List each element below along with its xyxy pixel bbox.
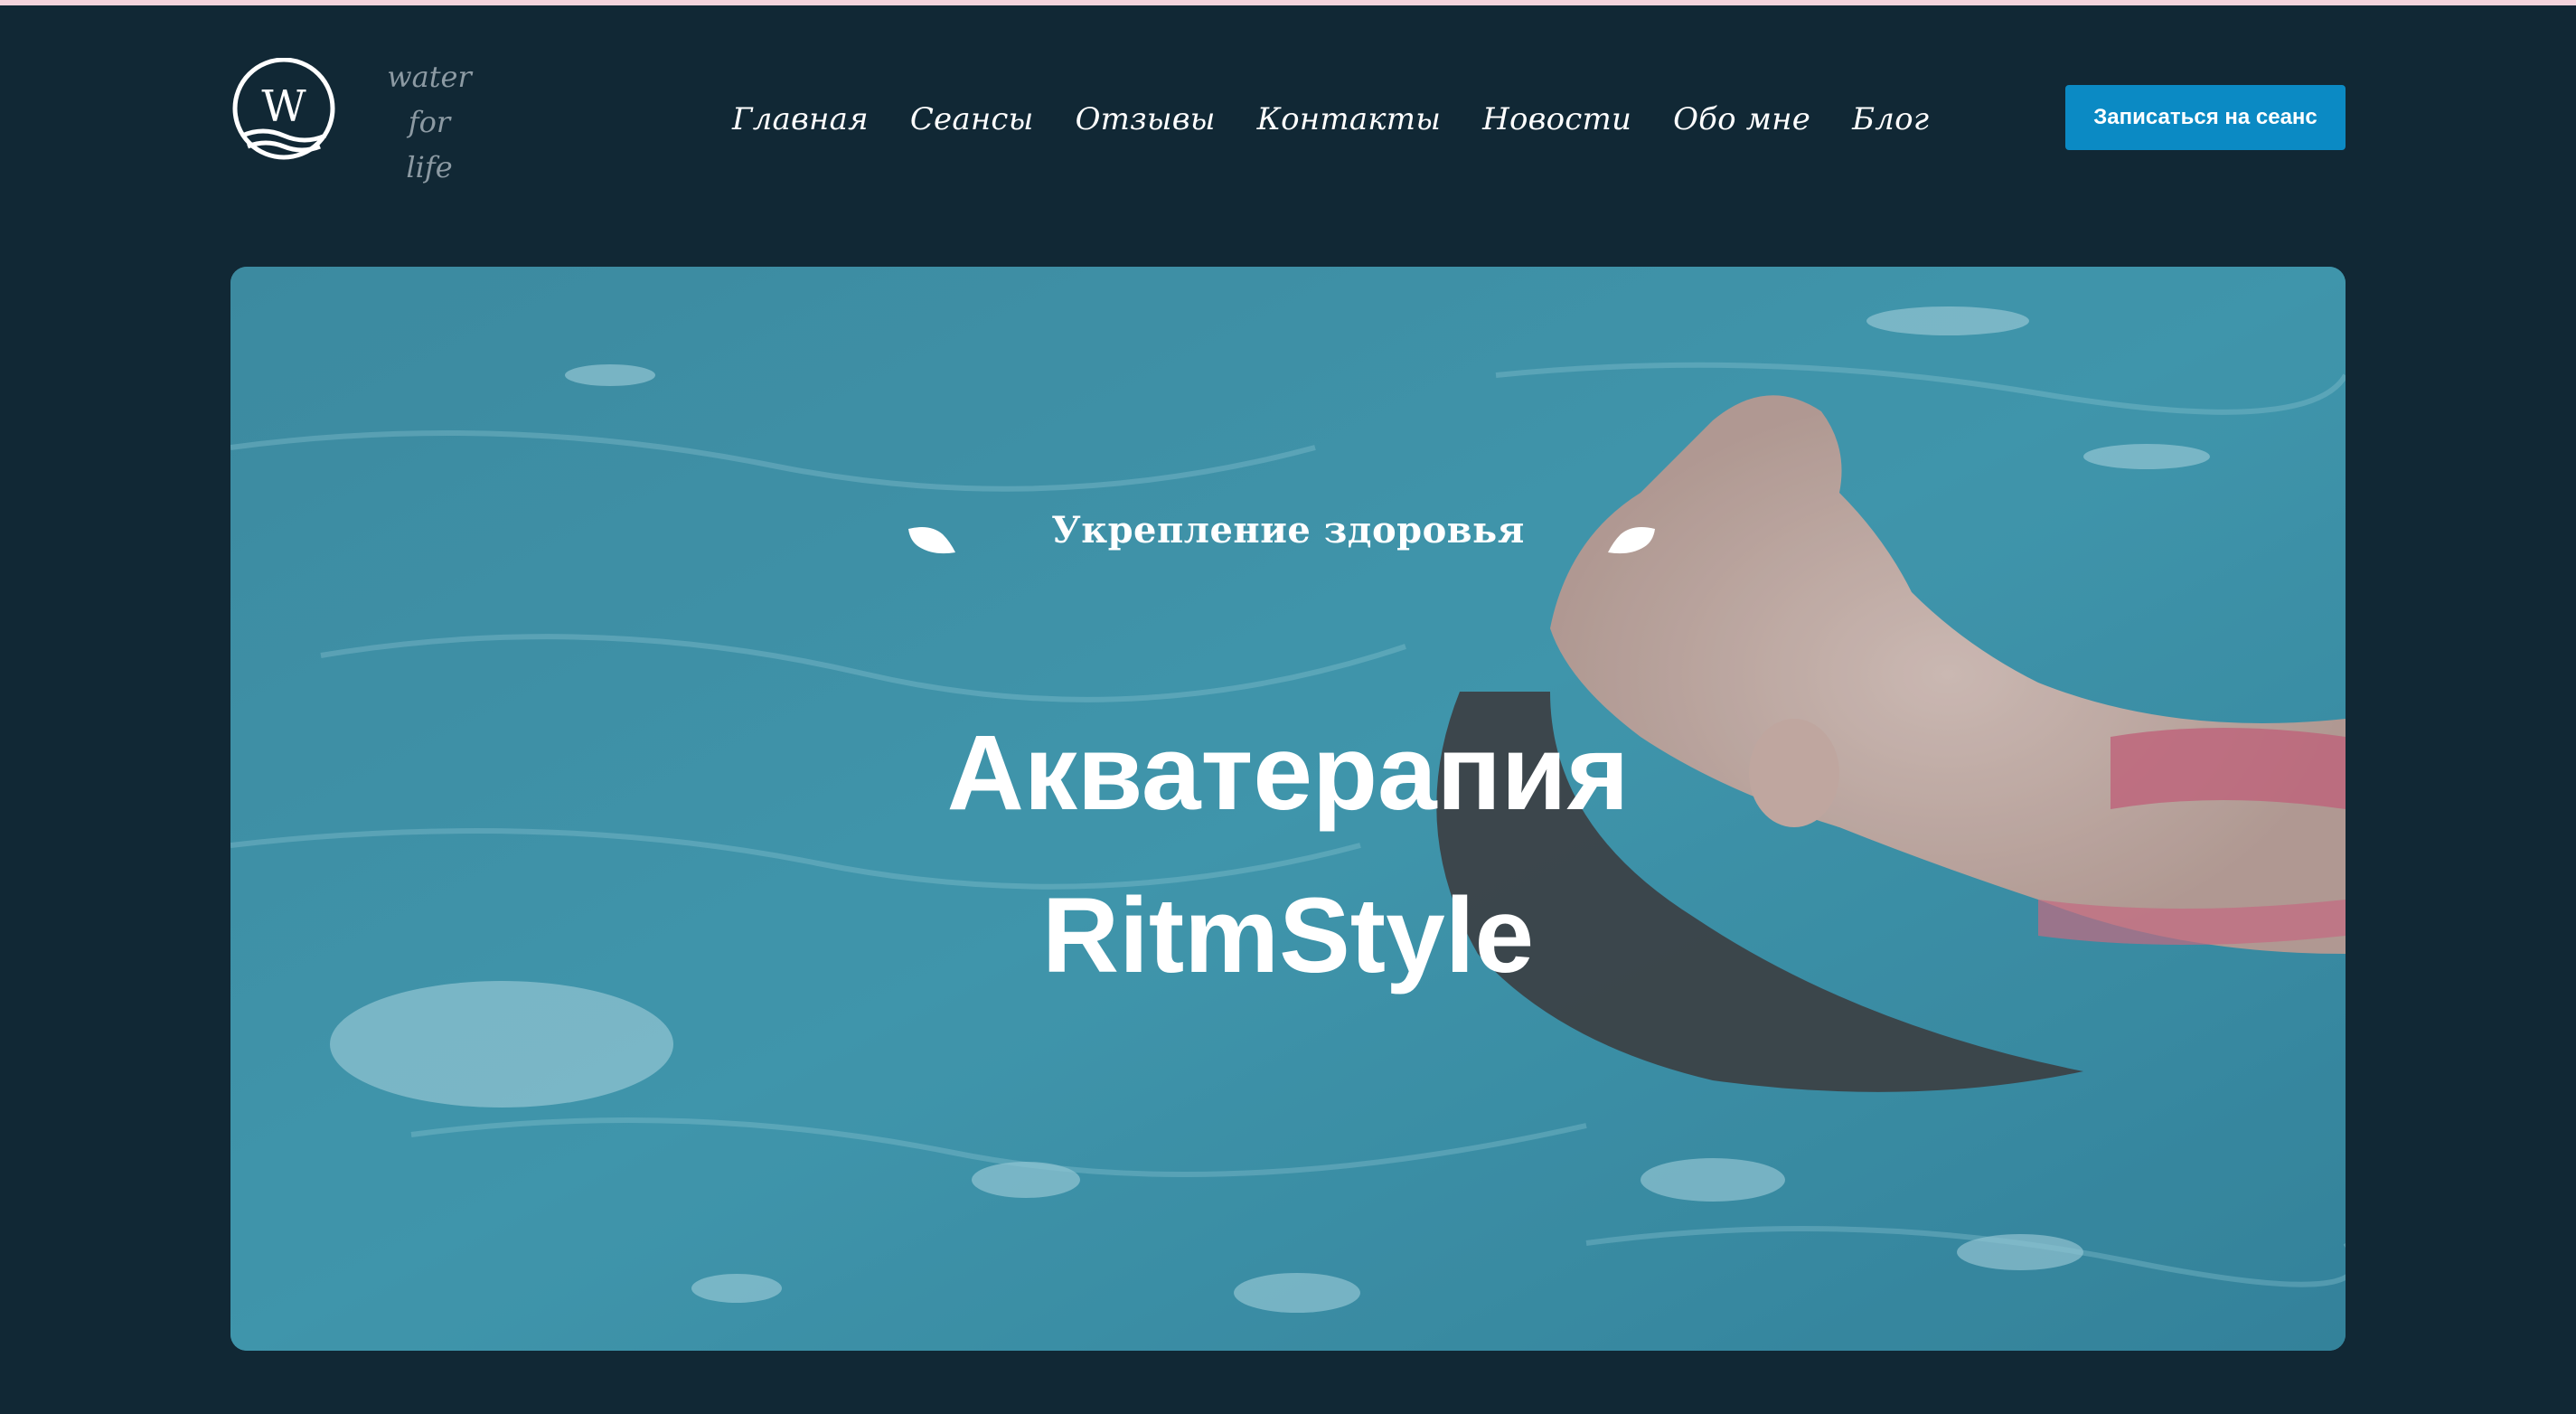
main-nav: Главная Сеансы Отзывы Контакты Новости О… (732, 94, 1929, 145)
hero-title-line1: Акватерапия (946, 713, 1630, 833)
logo-line-life: life (406, 150, 453, 184)
top-strip (0, 0, 2576, 5)
nav-item-news[interactable]: Новости (1482, 101, 1631, 137)
nav-item-sessions[interactable]: Сеансы (910, 101, 1034, 137)
logo-text: water for life (380, 54, 479, 190)
hero-title-line2: RitmStyle (1041, 876, 1535, 995)
quote-close-icon (1608, 527, 1655, 554)
nav-item-about[interactable]: Обо мне (1673, 101, 1810, 137)
logo-line-water: water (387, 60, 472, 94)
book-session-button[interactable]: Записаться на сеанс (2065, 85, 2346, 150)
logo-icon[interactable]: W (230, 57, 338, 166)
hero-title: Акватерапия RitmStyle (230, 692, 2346, 1017)
nav-item-blog[interactable]: Блог (1852, 101, 1929, 137)
nav-item-contacts[interactable]: Контакты (1257, 101, 1442, 137)
hero-subtitle: Укрепление здоровья (1051, 509, 1525, 551)
hero-banner: Укрепление здоровья Акватерапия RitmStyl… (230, 267, 2346, 1351)
nav-item-home[interactable]: Главная (732, 101, 869, 137)
logo-line-for: for (408, 105, 451, 139)
nav-item-reviews[interactable]: Отзывы (1076, 101, 1216, 137)
logo-letter: W (261, 81, 306, 132)
